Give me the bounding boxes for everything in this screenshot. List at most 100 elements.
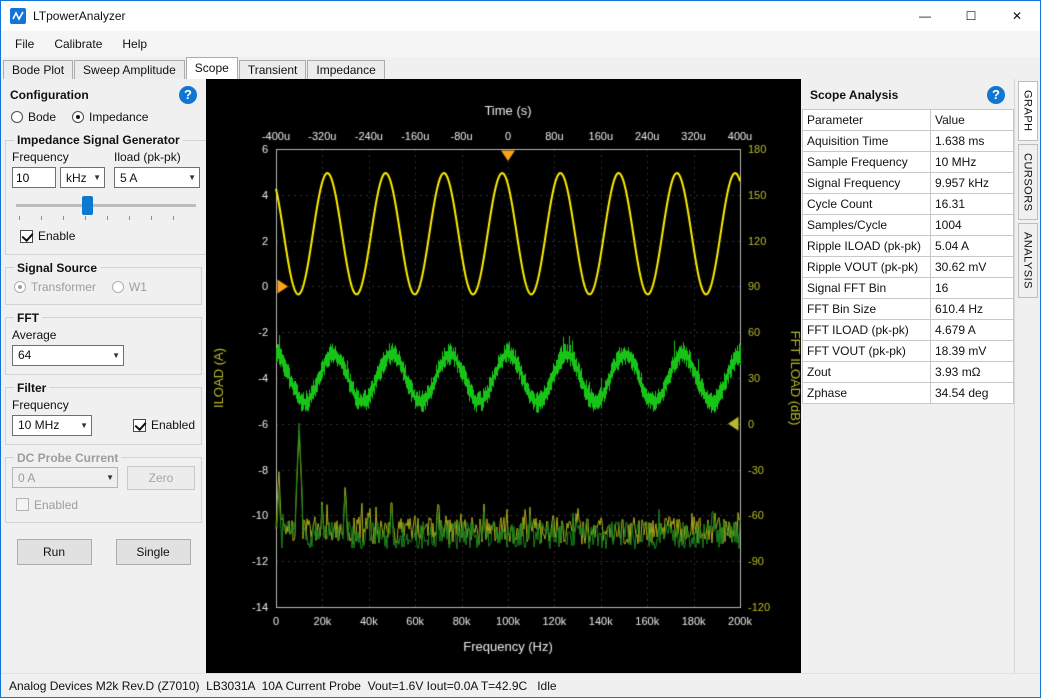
analysis-row: Cycle Count16.31	[803, 194, 1014, 215]
iload-label: Iload (pk-pk)	[114, 150, 200, 164]
filter-enabled-label: Enabled	[151, 418, 195, 432]
analysis-row: Signal Frequency9.957 kHz	[803, 173, 1014, 194]
radio-impedance[interactable]: Impedance	[72, 110, 148, 124]
slider-ticks	[19, 216, 194, 220]
filter-enabled-box	[133, 419, 146, 432]
zero-button: Zero	[127, 466, 195, 490]
radio-impedance-circle	[72, 111, 84, 123]
tab-sweep-amplitude[interactable]: Sweep Amplitude	[74, 60, 185, 79]
app-icon	[10, 8, 26, 24]
mode-radio-group: Bode Impedance	[1, 107, 206, 130]
fft-group-title: FFT	[14, 311, 42, 325]
enable-checkbox-box	[20, 230, 33, 243]
status-text: Analog Devices M2k Rev.D (Z7010) LB3031A…	[9, 679, 557, 693]
slider-thumb[interactable]	[82, 196, 93, 215]
filter-frequency-select[interactable]: 10 MHz ▼	[12, 415, 92, 436]
chevron-down-icon: ▼	[80, 421, 88, 430]
radio-bode[interactable]: Bode	[11, 110, 56, 124]
analysis-header-row: Parameter Value	[803, 110, 1014, 131]
dc-probe-group: DC Probe Current 0 A ▼ Zero Enabled	[5, 451, 202, 524]
maximize-button[interactable]: ☐	[948, 1, 994, 31]
radio-bode-label: Bode	[28, 110, 56, 124]
tab-bode-plot[interactable]: Bode Plot	[3, 60, 73, 79]
run-button[interactable]: Run	[17, 539, 92, 565]
window-controls: — ☐ ✕	[902, 1, 1040, 31]
radio-bode-circle	[11, 111, 23, 123]
tab-impedance[interactable]: Impedance	[307, 60, 384, 79]
analysis-row: Aquisition Time1.638 ms	[803, 131, 1014, 152]
analysis-row: Zout3.93 mΩ	[803, 362, 1014, 383]
analysis-row: Ripple ILOAD (pk-pk)5.04 A	[803, 236, 1014, 257]
side-tab-strip: GRAPH CURSORSANALYSIS	[1014, 79, 1040, 673]
menu-help[interactable]: Help	[112, 32, 157, 56]
column-parameter: Parameter	[803, 110, 931, 131]
radio-transformer: Transformer	[14, 280, 96, 294]
status-bar: Analog Devices M2k Rev.D (Z7010) LB3031A…	[1, 673, 1040, 697]
tab-strip: Bode PlotSweep AmplitudeScopeTransientIm…	[1, 57, 1040, 79]
window-title: LTpowerAnalyzer	[33, 9, 125, 23]
slider-track	[16, 204, 196, 207]
app-window: LTpowerAnalyzer — ☐ ✕ FileCalibrateHelp …	[0, 0, 1041, 698]
analysis-row: Ripple VOUT (pk-pk)30.62 mV	[803, 257, 1014, 278]
tab-transient[interactable]: Transient	[239, 60, 307, 79]
side-tab-analysis[interactable]: ANALYSIS	[1018, 223, 1038, 298]
filter-group-title: Filter	[14, 381, 49, 395]
analysis-table: Parameter Value Aquisition Time1.638 msS…	[802, 109, 1014, 404]
filter-frequency-label: Frequency	[12, 398, 195, 412]
config-help-icon[interactable]: ?	[179, 86, 197, 104]
analysis-row: Signal FFT Bin16	[803, 278, 1014, 299]
close-button[interactable]: ✕	[994, 1, 1040, 31]
title-bar: LTpowerAnalyzer — ☐ ✕	[1, 1, 1040, 31]
enable-checkbox[interactable]: Enable	[20, 229, 75, 243]
frequency-unit-value: kHz	[66, 171, 87, 185]
menu-calibrate[interactable]: Calibrate	[44, 32, 112, 56]
run-controls: Run Single	[1, 539, 206, 565]
tab-scope[interactable]: Scope	[186, 57, 238, 79]
radio-w1-label: W1	[129, 280, 147, 294]
config-panel-title: Configuration	[10, 88, 89, 102]
analysis-help-icon[interactable]: ?	[987, 86, 1005, 104]
analysis-panel-title: Scope Analysis	[810, 88, 898, 102]
impedance-generator-title: Impedance Signal Generator	[14, 133, 183, 147]
main-area: Configuration ? Bode Impedance Impedance…	[1, 79, 1040, 673]
filter-frequency-value: 10 MHz	[18, 418, 59, 432]
analysis-row: Zphase34.54 deg	[803, 383, 1014, 404]
side-tab-cursors[interactable]: CURSORS	[1018, 144, 1038, 221]
menu-file[interactable]: File	[5, 32, 44, 56]
dc-probe-enabled-box	[16, 498, 29, 511]
chevron-down-icon: ▼	[112, 351, 120, 360]
chevron-down-icon: ▼	[106, 473, 114, 482]
impedance-generator-group: Impedance Signal Generator Frequency kHz…	[5, 133, 206, 255]
enable-checkbox-label: Enable	[38, 229, 75, 243]
radio-impedance-label: Impedance	[89, 110, 148, 124]
filter-group: Filter Frequency 10 MHz ▼ Enabled	[5, 381, 202, 445]
signal-source-title: Signal Source	[14, 261, 100, 275]
scope-canvas[interactable]	[206, 79, 801, 673]
fft-group: FFT Average 64 ▼	[5, 311, 202, 375]
chevron-down-icon: ▼	[93, 173, 101, 182]
fft-average-label: Average	[12, 328, 195, 342]
radio-transformer-circle	[14, 281, 26, 293]
filter-enabled-checkbox[interactable]: Enabled	[133, 418, 195, 432]
minimize-button[interactable]: —	[902, 1, 948, 31]
analysis-row: FFT VOUT (pk-pk)18.39 mV	[803, 341, 1014, 362]
dc-probe-enabled-checkbox: Enabled	[16, 498, 78, 512]
frequency-unit-select[interactable]: kHz ▼	[60, 167, 105, 188]
single-button[interactable]: Single	[116, 539, 191, 565]
analysis-row: Sample Frequency10 MHz	[803, 152, 1014, 173]
radio-w1[interactable]: W1	[112, 280, 147, 294]
dc-probe-title: DC Probe Current	[14, 451, 121, 465]
iload-select[interactable]: 5 A ▼	[114, 167, 200, 188]
fft-average-value: 64	[18, 348, 31, 362]
side-tab-graph[interactable]: GRAPH	[1018, 81, 1038, 141]
analysis-row: FFT ILOAD (pk-pk)4.679 A	[803, 320, 1014, 341]
config-panel: Configuration ? Bode Impedance Impedance…	[1, 79, 206, 673]
iload-slider[interactable]	[14, 195, 198, 221]
column-value: Value	[931, 110, 1014, 131]
dc-probe-select: 0 A ▼	[12, 467, 118, 488]
menu-bar: FileCalibrateHelp	[1, 31, 1040, 57]
frequency-input[interactable]	[12, 167, 56, 188]
analysis-panel: Scope Analysis ? Parameter Value Aquisit…	[801, 79, 1014, 673]
fft-average-select[interactable]: 64 ▼	[12, 345, 124, 366]
frequency-label: Frequency	[12, 150, 105, 164]
